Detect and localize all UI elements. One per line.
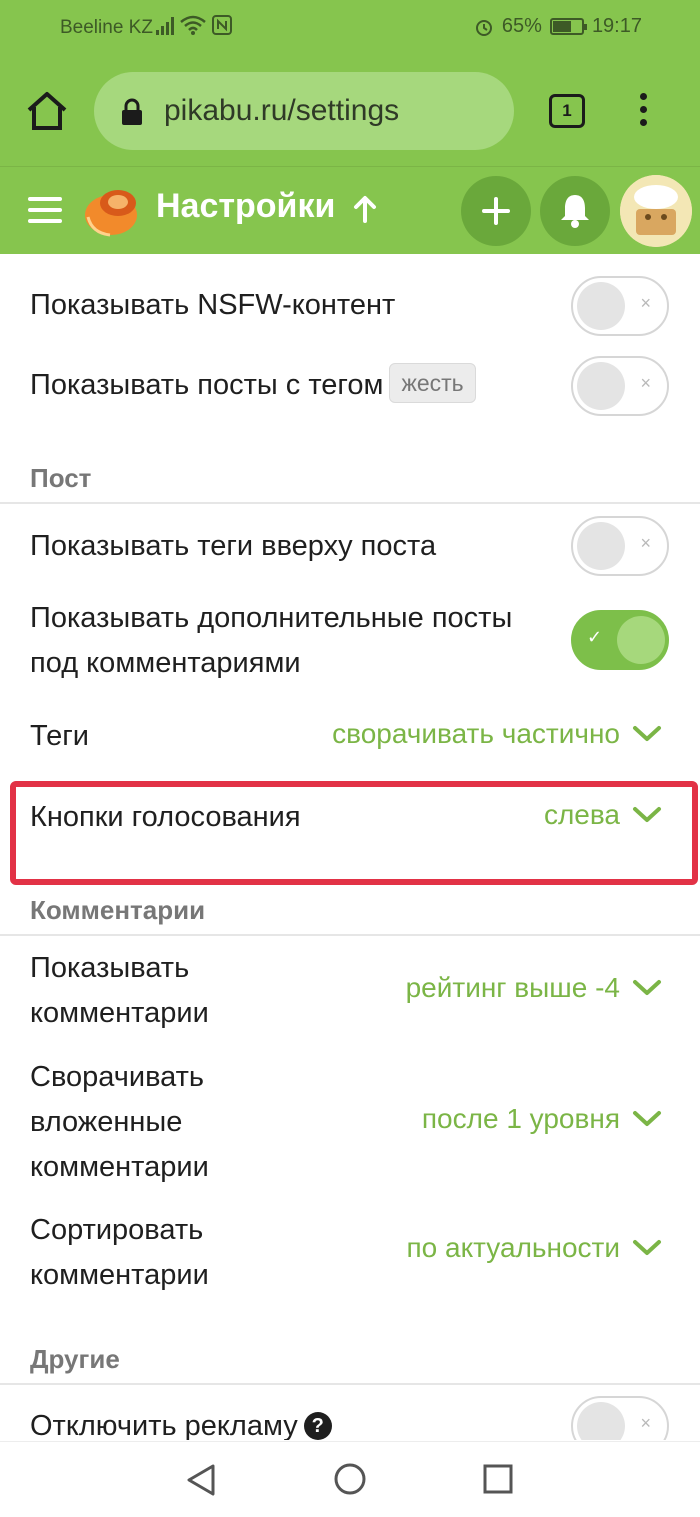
section-title-post: Пост: [30, 463, 92, 493]
clock: 19:17: [591, 15, 642, 37]
home-icon[interactable]: [24, 88, 70, 134]
system-nav-bar: [0, 1441, 700, 1517]
extra-posts-label-line1: Показывать дополнительные посты: [30, 602, 513, 634]
battery-percent: 65%: [501, 15, 542, 37]
carrier-name: Beeline KZ: [60, 17, 153, 38]
collapse-nested-value: после 1 уровня: [421, 1103, 620, 1134]
avatar[interactable]: [620, 175, 692, 247]
setting-tag-posts: Показывать посты с тегом жесть ×: [0, 356, 700, 416]
show-comments-label-line2: комментарии: [30, 997, 209, 1029]
show-comments-label-line1: Показывать: [30, 952, 190, 984]
plus-icon: [482, 197, 510, 225]
chevron-down-icon: [633, 980, 661, 995]
address-bar[interactable]: pikabu.ru/settings: [94, 72, 514, 150]
signal-icon: [156, 15, 174, 35]
setting-tags-top: Показывать теги вверху поста ×: [0, 516, 700, 576]
sort-comments-label-line2: комментарии: [30, 1259, 209, 1291]
setting-label: Показывать дополнительные посты под комме…: [30, 596, 512, 686]
extra-posts-toggle[interactable]: ✓: [571, 610, 669, 670]
url-text: pikabu.ru/settings: [164, 94, 400, 127]
collapse-nested-label-line1: Сворачивать: [30, 1061, 205, 1093]
setting-disable-ads: Отключить рекламу? ×: [0, 1394, 700, 1440]
sort-comments-label-line1: Сортировать: [30, 1214, 204, 1246]
setting-sort-comments[interactable]: Сортировать комментарии по актуальности: [0, 1208, 700, 1298]
vote-buttons-value: слева: [543, 799, 620, 830]
status-bar: Beeline KZ 65% 19:17: [0, 0, 700, 56]
setting-show-comments[interactable]: Показывать комментарии рейтинг выше -4: [0, 946, 700, 1036]
collapse-nested-label-line3: комментарии: [30, 1151, 209, 1183]
collapse-nested-dropdown[interactable]: после 1 уровня: [422, 1103, 662, 1135]
setting-vote-buttons[interactable]: Кнопки голосования слева: [0, 795, 700, 840]
app-header: Настройки: [0, 166, 700, 254]
setting-label: Теги: [30, 720, 89, 752]
disable-ads-toggle[interactable]: ×: [571, 1396, 669, 1440]
setting-label: Сортировать комментарии: [30, 1208, 209, 1298]
help-icon[interactable]: ?: [303, 1412, 332, 1440]
chevron-down-icon: [633, 726, 661, 741]
vote-buttons-dropdown[interactable]: слева: [544, 799, 662, 831]
disable-ads-label: Отключить рекламу: [30, 1410, 298, 1440]
extra-posts-label-line2: под комментариями: [30, 647, 301, 679]
chevron-down-icon: [633, 1240, 661, 1255]
wifi-icon: [180, 15, 206, 35]
tags-dropdown[interactable]: сворачивать частично: [332, 718, 662, 750]
chevron-down-icon: [633, 807, 661, 822]
setting-label: Сворачивать вложенные комментарии: [30, 1055, 209, 1190]
status-right: 65% 19:17: [474, 15, 642, 38]
pikabu-logo-icon[interactable]: [82, 183, 140, 237]
section-title-other: Другие: [30, 1344, 120, 1374]
nav-recent-icon[interactable]: [483, 1464, 513, 1494]
nfc-icon: [212, 15, 232, 35]
tabs-icon[interactable]: 1: [549, 94, 585, 128]
menu-icon[interactable]: [28, 197, 62, 230]
setting-tags[interactable]: Теги сворачивать частично: [0, 714, 700, 759]
tag-posts-toggle[interactable]: ×: [571, 356, 669, 416]
setting-collapse-nested[interactable]: Сворачивать вложенные комментарии после 1 …: [0, 1055, 700, 1190]
nav-home-icon[interactable]: [333, 1462, 367, 1496]
setting-nsfw: Показывать NSFW-контент ×: [0, 276, 700, 336]
setting-label: Отключить рекламу?: [30, 1404, 332, 1440]
nsfw-toggle[interactable]: ×: [571, 276, 669, 336]
setting-label: Кнопки голосования: [30, 801, 301, 833]
signal-indicators: [156, 15, 232, 35]
divider: [0, 1383, 700, 1385]
setting-label: Показывать посты с тегом жесть: [30, 363, 476, 408]
show-comments-dropdown[interactable]: рейтинг выше -4: [406, 972, 662, 1004]
setting-extra-posts: Показывать дополнительные посты под комме…: [0, 596, 700, 686]
notifications-button[interactable]: [540, 176, 610, 246]
divider: [0, 502, 700, 504]
bell-icon: [561, 195, 589, 228]
add-post-button[interactable]: [461, 176, 531, 246]
lock-icon: [122, 98, 142, 125]
browser-toolbar: pikabu.ru/settings 1: [0, 56, 700, 166]
more-menu-icon[interactable]: [640, 93, 650, 129]
arrow-up-icon[interactable]: [352, 193, 378, 223]
collapse-nested-label-line2: вложенные: [30, 1106, 183, 1138]
divider: [0, 934, 700, 936]
alarm-icon: [475, 19, 492, 36]
nav-back-icon[interactable]: [185, 1463, 217, 1497]
tag-chip[interactable]: жесть: [389, 363, 476, 403]
section-title-comments: Комментарии: [30, 895, 206, 925]
setting-label: Показывать комментарии: [30, 946, 209, 1036]
page-title: Настройки: [156, 187, 336, 225]
sort-comments-dropdown[interactable]: по актуальности: [407, 1232, 662, 1264]
tag-posts-label: Показывать посты с тегом: [30, 369, 384, 401]
setting-label: Показывать NSFW-контент: [30, 289, 396, 321]
battery-icon: [549, 18, 587, 35]
tags-top-toggle[interactable]: ×: [571, 516, 669, 576]
show-comments-value: рейтинг выше -4: [405, 972, 620, 1003]
tags-value: сворачивать частично: [332, 718, 620, 749]
sort-comments-value: по актуальности: [406, 1232, 620, 1263]
chevron-down-icon: [633, 1111, 661, 1126]
setting-label: Показывать теги вверху поста: [30, 530, 437, 562]
